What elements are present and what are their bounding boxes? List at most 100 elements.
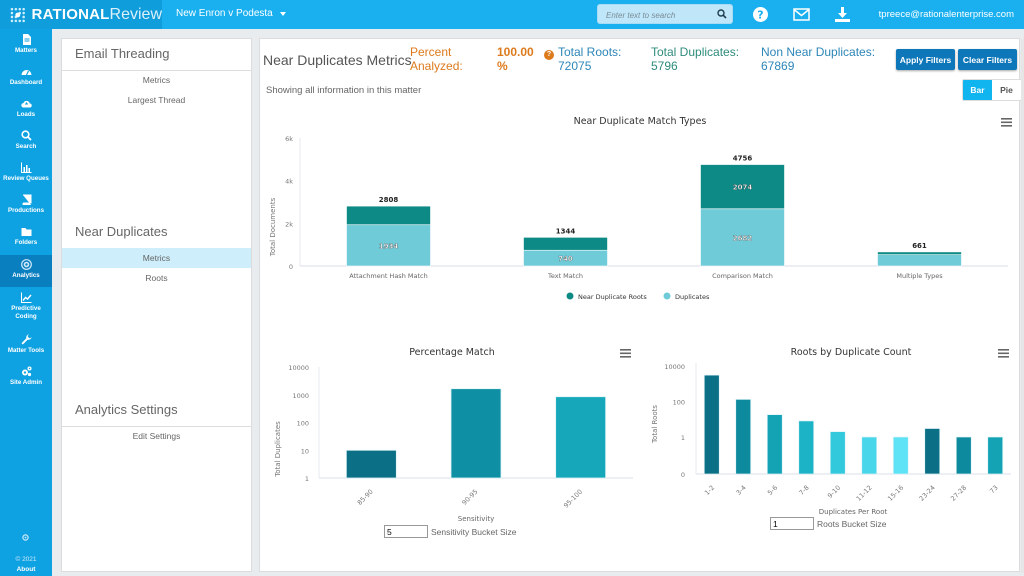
matter-name: New Enron v Podesta [176,8,273,19]
line-chart-icon [20,292,32,303]
menu-item-edit-settings[interactable]: Edit Settings [62,426,251,446]
nav-site-admin[interactable]: Site Admin [0,366,52,394]
logo-dots-icon [10,7,25,22]
x-tick-label: Comparison Match [712,272,773,280]
nav-predictive-coding[interactable]: Predictive Coding [0,292,52,326]
menu-item-largest-thread[interactable]: Largest Thread [62,90,251,110]
total-duplicates-label: Total Duplicates: [651,45,740,59]
brand-name-bold: RATIONAL [31,6,110,23]
matter-selector[interactable]: New Enron v Podesta [176,8,286,19]
wrench-icon [21,334,31,345]
legend-marker [566,292,574,300]
global-search [597,4,733,25]
section-heading-near-duplicates: Near Duplicates [75,224,168,239]
bar-segment-label: 2682 [733,234,753,242]
roots-bucket-input[interactable] [770,517,814,530]
bar [345,449,397,479]
menu-item-roots[interactable]: Roots [62,268,251,288]
chart-title: Near Duplicate Match Types [574,116,707,127]
non-near-value: 67869 [761,59,795,73]
help-icon[interactable]: ? [544,50,554,60]
analytics-menu-panel: Email Threading Metrics Largest Thread N… [61,38,252,572]
sensitivity-bucket-label: Sensitivity Bucket Size [431,526,517,537]
clear-filters-button[interactable]: Clear Filters [958,49,1017,70]
bar [766,414,783,475]
brand-name-light: Review [109,5,162,23]
search-icon [20,130,32,141]
chart-menu-icon[interactable] [620,349,631,358]
brand-logo[interactable]: RATIONAL Review [0,0,162,29]
chart-menu-icon[interactable] [1001,118,1012,127]
menu-item-email-metrics[interactable]: Metrics [62,70,251,90]
x-tick-label: Attachment Hash Match [349,272,427,280]
non-near-label: Non Near Duplicates: [761,45,876,59]
percentage-match-chart: Percentage Match Total Duplicates Sensit… [274,347,633,523]
chart-menu-icon[interactable] [998,349,1009,358]
y-axis-label: Total Roots [651,405,659,444]
bar [955,436,972,475]
nav-analytics[interactable]: Analytics [0,255,52,287]
download-icon[interactable] [834,6,851,23]
x-tick-label: Multiple Types [896,272,943,280]
nav-loads[interactable]: Loads [0,98,52,126]
x-tick-label: Text Match [547,272,583,280]
bar [829,431,846,475]
user-email[interactable]: tpreece@rationalenterprise.com [879,9,1014,20]
y-tick-label: 1 [681,434,685,442]
roots-bucket-label: Roots Bucket Size [817,518,887,529]
section-heading-email-threading: Email Threading [75,46,170,61]
nav-folders[interactable]: Folders [0,226,52,254]
chart-title: Roots by Duplicate Count [791,347,912,358]
total-roots-value: 72075 [558,59,592,73]
mail-icon[interactable] [793,6,810,23]
nav-matters[interactable]: Matters [0,34,52,62]
help-icon[interactable]: ? [752,6,769,23]
x-tick-label: 90-95 [460,488,479,507]
settings-gear-icon[interactable] [22,534,29,541]
y-tick-label: 10000 [288,364,309,372]
nav-matter-tools[interactable]: Matter Tools [0,334,52,362]
percent-value-line1: 100.00 [497,45,534,59]
chart-title: Percentage Match [409,347,494,358]
y-tick-label: 4k [285,178,293,186]
apply-filters-button[interactable]: Apply Filters [896,49,955,70]
nav-label-line2: Coding [15,313,37,320]
y-tick-label: 100 [297,420,309,428]
main-content: Near Duplicates Metrics Percent Analyzed… [259,38,1024,573]
search-icon[interactable] [717,9,727,19]
nav-label: Predictive [11,305,41,312]
x-tick-label: 27-28 [949,484,968,503]
nav-label: Loads [16,111,36,118]
nav-productions[interactable]: Productions [0,194,52,222]
nav-label: Site Admin [9,379,43,386]
sensitivity-bucket-input[interactable] [384,525,428,538]
about-link[interactable]: About [0,566,52,573]
nav-dashboard[interactable]: Dashboard [0,66,52,94]
search-input[interactable] [598,6,710,25]
bar [798,420,815,475]
nav-search[interactable]: Search [0,130,52,158]
x-tick-label: 5-6 [766,484,779,497]
pie-view-button[interactable]: Pie [992,80,1021,100]
legend-marker [663,292,671,300]
x-tick-label: 73 [988,484,1000,496]
section-heading-analytics-settings: Analytics Settings [75,402,178,417]
total-duplicates-value: 5796 [651,59,678,73]
y-tick-label: 2k [285,220,293,228]
nav-label: Analytics [12,272,40,279]
x-tick-label: 1-2 [703,484,716,497]
nav-label: Dashboard [9,79,43,86]
percent-analyzed-value: 100.00 % [497,45,534,73]
sensitivity-bucket-control: Sensitivity Bucket Size [384,525,517,538]
nav-review-queues[interactable]: Review Queues [0,162,52,190]
x-axis-label: Duplicates Per Root [819,508,888,516]
bar-total-label: 1344 [556,227,576,235]
cloud-upload-icon [20,100,32,108]
y-tick-label: 0 [681,471,685,479]
chevron-down-icon [279,11,286,16]
bar [987,436,1004,475]
bar-view-button[interactable]: Bar [963,80,992,100]
bar-segment-label: 740 [558,255,573,263]
roots-by-duplicate-count-chart: Roots by Duplicate Count Total Roots Dup… [651,347,1011,516]
menu-item-near-dup-metrics[interactable]: Metrics [62,248,251,268]
